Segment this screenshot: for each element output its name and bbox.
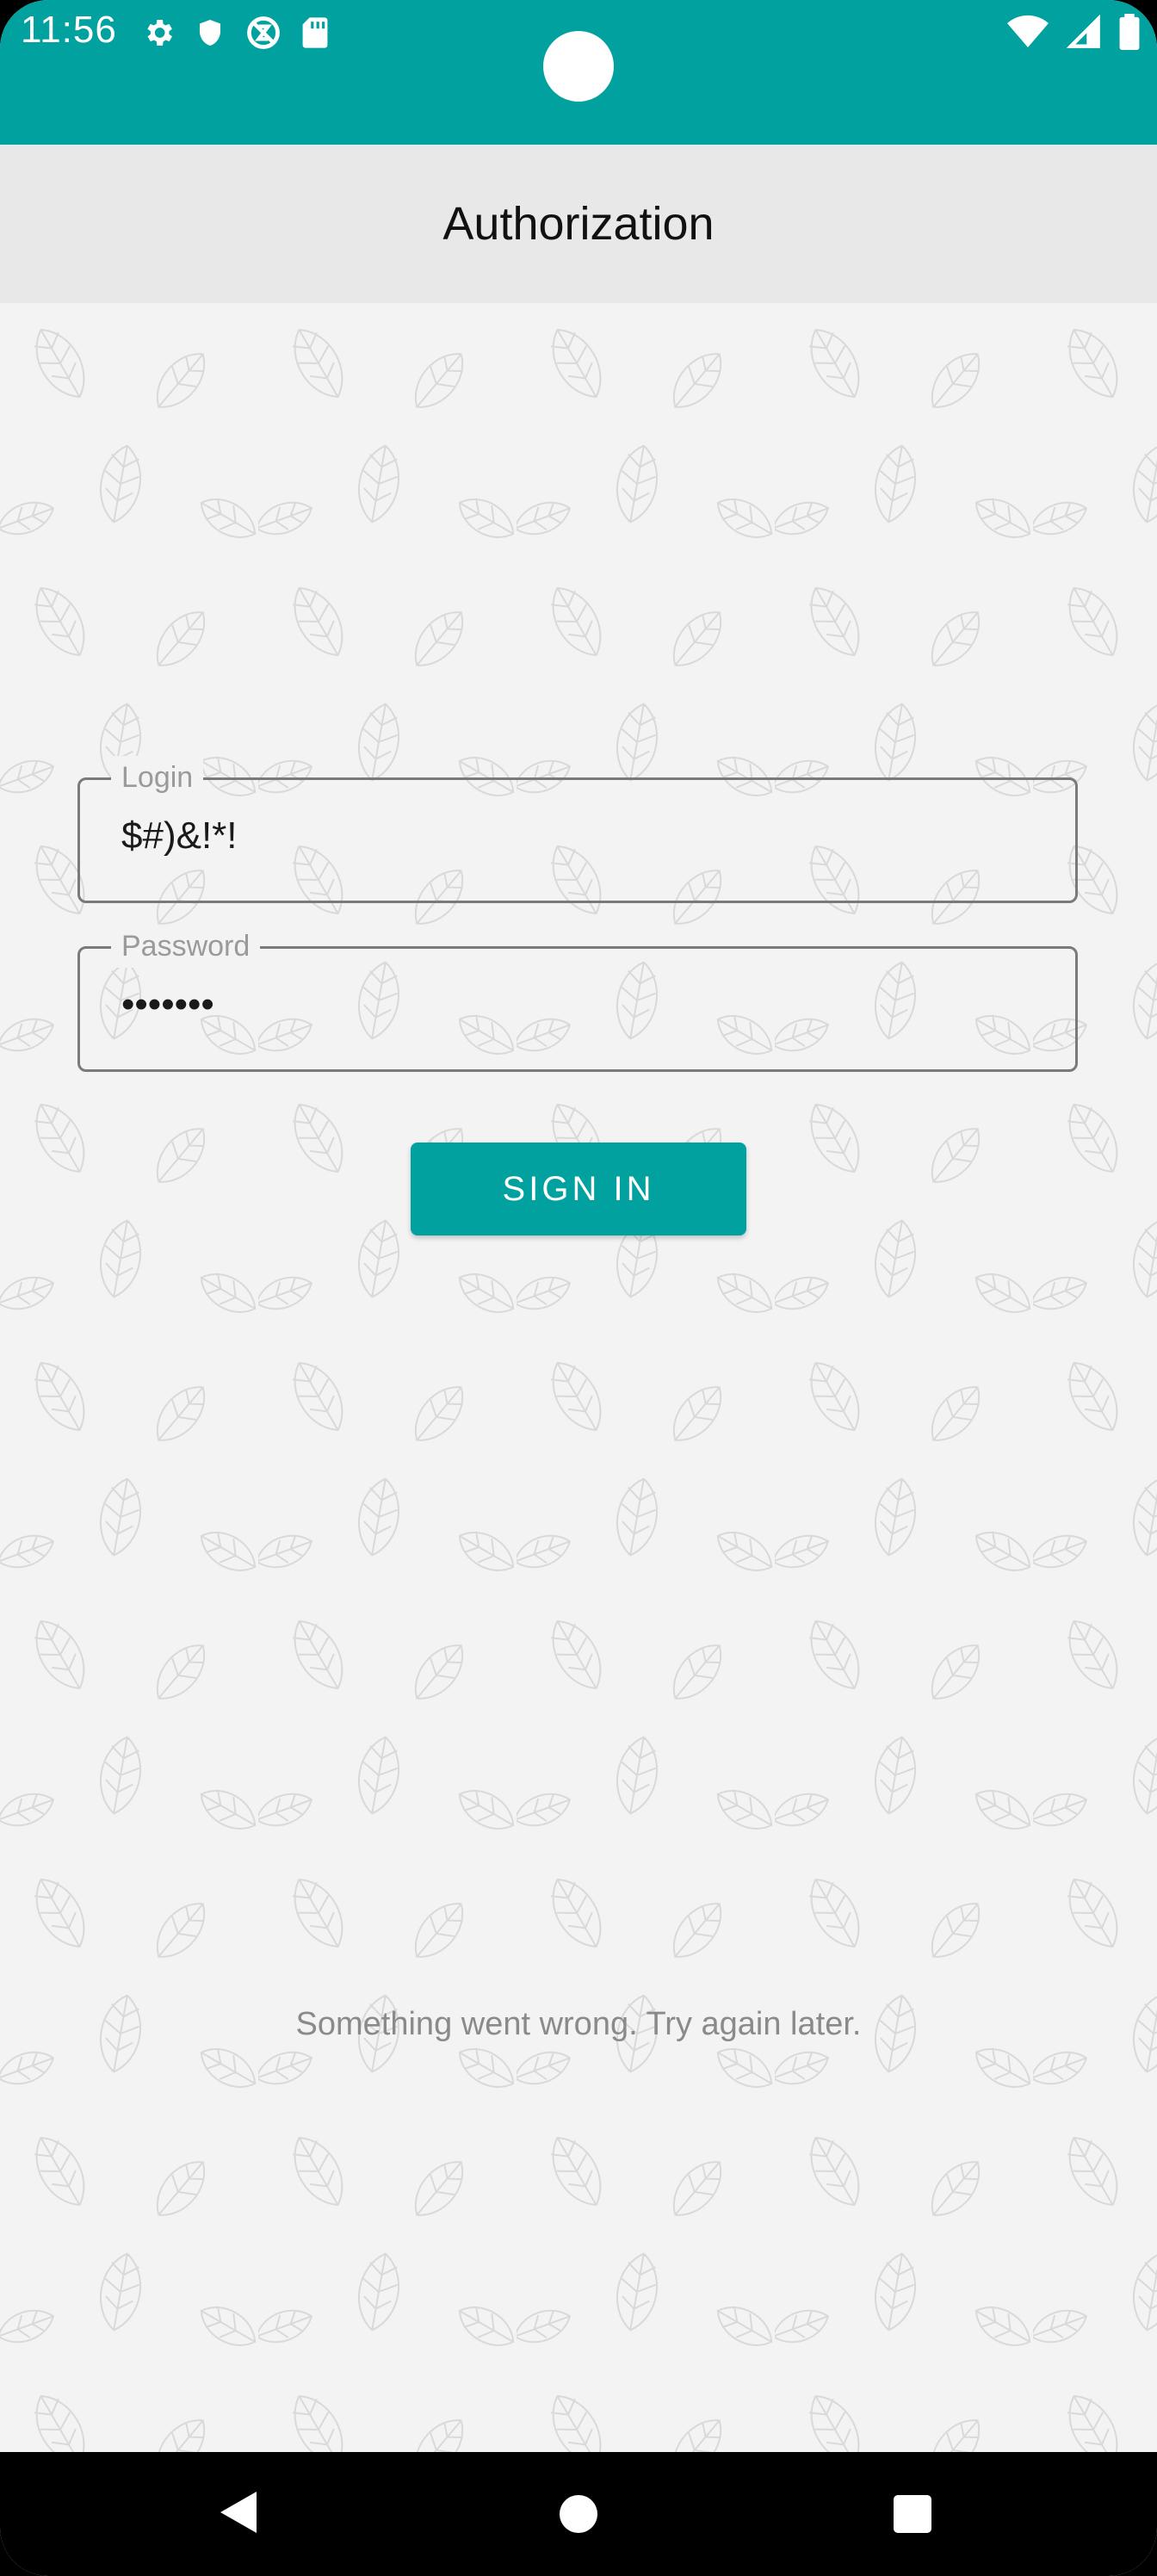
login-label: Login [111,756,204,799]
sd-card-icon [302,17,328,48]
page-title: Authorization [442,198,715,250]
no-sync-icon [247,16,280,49]
login-field[interactable]: Login [77,756,1078,903]
password-input[interactable] [121,983,1034,1026]
content-area [0,303,1157,2452]
status-bar: 11:56 [0,0,1157,145]
password-label: Password [111,925,261,968]
camera-cutout [543,31,614,102]
home-icon[interactable] [560,2495,597,2533]
status-time: 11:56 [21,9,117,51]
error-message: Something went wrong. Try again later. [295,2006,862,2042]
login-input[interactable] [121,814,1034,858]
status-icons-left [141,14,329,52]
wifi-icon [1007,15,1049,47]
status-icons-right [1007,14,1140,50]
phone-screen: 11:56 Authorization Login $#)&!*! Passwo… [0,0,1157,2576]
signal-icon [1066,15,1100,48]
settings-icon [147,20,172,46]
app-bar: Authorization [0,145,1157,303]
leaf-pattern-background [0,303,1157,2452]
shield-icon [200,20,220,46]
battery-icon [1119,14,1140,50]
back-icon[interactable] [220,2492,257,2533]
password-field[interactable]: Password [77,925,1078,1072]
sign-in-button[interactable]: SIGN IN [411,1142,746,1235]
recents-icon[interactable] [894,2495,931,2533]
